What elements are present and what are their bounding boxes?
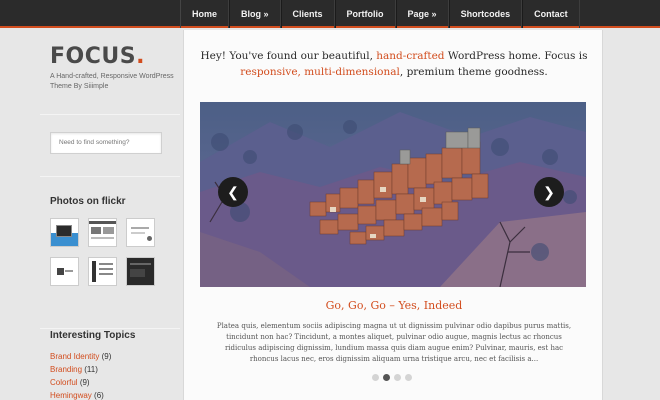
- site-logo[interactable]: FOCUS.: [50, 44, 145, 69]
- flickr-thumb[interactable]: [126, 257, 155, 286]
- nav-shortcodes[interactable]: Shortcodes: [448, 0, 523, 28]
- topic-count: (9): [101, 352, 112, 361]
- topic-count: (6): [94, 391, 104, 400]
- sidebar: FOCUS. A Hand-crafted, Responsive WordPr…: [40, 30, 180, 400]
- slider-dot[interactable]: [372, 374, 379, 381]
- flickr-widget-title: Photos on flickr: [50, 196, 126, 207]
- logo-dot: .: [136, 44, 145, 69]
- logo-text: FOCUS: [50, 44, 137, 69]
- topic-link[interactable]: Brand Identity: [50, 352, 99, 361]
- flickr-thumb[interactable]: [50, 218, 79, 247]
- topics-widget-title: Interesting Topics: [50, 330, 136, 341]
- chevron-left-icon[interactable]: ❮: [218, 177, 248, 207]
- topic-count: (11): [84, 365, 98, 374]
- image-slider[interactable]: ❮ ❯: [200, 102, 586, 287]
- nav-clients[interactable]: Clients: [280, 0, 335, 28]
- intro-text: WordPress home. Focus is: [444, 50, 588, 62]
- intro-heading: Hey! You've found our beautiful, hand-cr…: [198, 48, 590, 80]
- slider-dot[interactable]: [394, 374, 401, 381]
- divider: [40, 114, 180, 115]
- flickr-thumb[interactable]: [88, 218, 117, 247]
- chevron-right-icon[interactable]: ❯: [534, 177, 564, 207]
- topic-link[interactable]: Branding: [50, 365, 82, 374]
- flickr-thumb[interactable]: [126, 218, 155, 247]
- slide-image: [200, 102, 586, 287]
- list-item: Branding (11): [50, 363, 111, 376]
- slide-excerpt: Platea quis, elementum sociis adipiscing…: [216, 322, 572, 363]
- slide-title[interactable]: Go, Go, Go – Yes, Indeed: [198, 299, 590, 312]
- flickr-thumbnails: [50, 218, 160, 286]
- divider: [40, 176, 180, 177]
- intro-text: Hey! You've found our beautiful,: [200, 50, 377, 62]
- topics-list: Brand Identity (9) Branding (11) Colorfu…: [50, 350, 111, 400]
- list-item: Brand Identity (9): [50, 350, 111, 363]
- intro-highlight: responsive, multi-dimensional: [240, 66, 400, 78]
- slider-dot-active[interactable]: [383, 374, 390, 381]
- nav-home[interactable]: Home: [180, 0, 230, 28]
- topic-link[interactable]: Hemingway: [50, 391, 92, 400]
- top-nav-bar: Home Blog » Clients Portfolio Page » Sho…: [0, 0, 660, 28]
- nav-contact[interactable]: Contact: [522, 0, 580, 28]
- nav-page[interactable]: Page »: [395, 0, 449, 28]
- main-content: Hey! You've found our beautiful, hand-cr…: [183, 30, 603, 400]
- topic-link[interactable]: Colorful: [50, 378, 78, 387]
- intro-highlight: hand-crafted: [376, 50, 445, 62]
- flickr-thumb[interactable]: [50, 257, 79, 286]
- site-tagline: A Hand-crafted, Responsive WordPress The…: [50, 73, 174, 90]
- search-input[interactable]: Need to find something?: [50, 132, 162, 154]
- main-menu: Home Blog » Clients Portfolio Page » Sho…: [180, 0, 580, 28]
- list-item: Hemingway (6): [50, 389, 111, 400]
- divider: [40, 328, 180, 329]
- slider-dot[interactable]: [405, 374, 412, 381]
- nav-blog[interactable]: Blog »: [229, 0, 281, 28]
- intro-text: , premium theme goodness.: [399, 66, 548, 78]
- nav-portfolio[interactable]: Portfolio: [334, 0, 396, 28]
- slider-pagination: [372, 374, 412, 381]
- list-item: Colorful (9): [50, 376, 111, 389]
- topic-count: (9): [79, 378, 90, 387]
- flickr-thumb[interactable]: [88, 257, 117, 286]
